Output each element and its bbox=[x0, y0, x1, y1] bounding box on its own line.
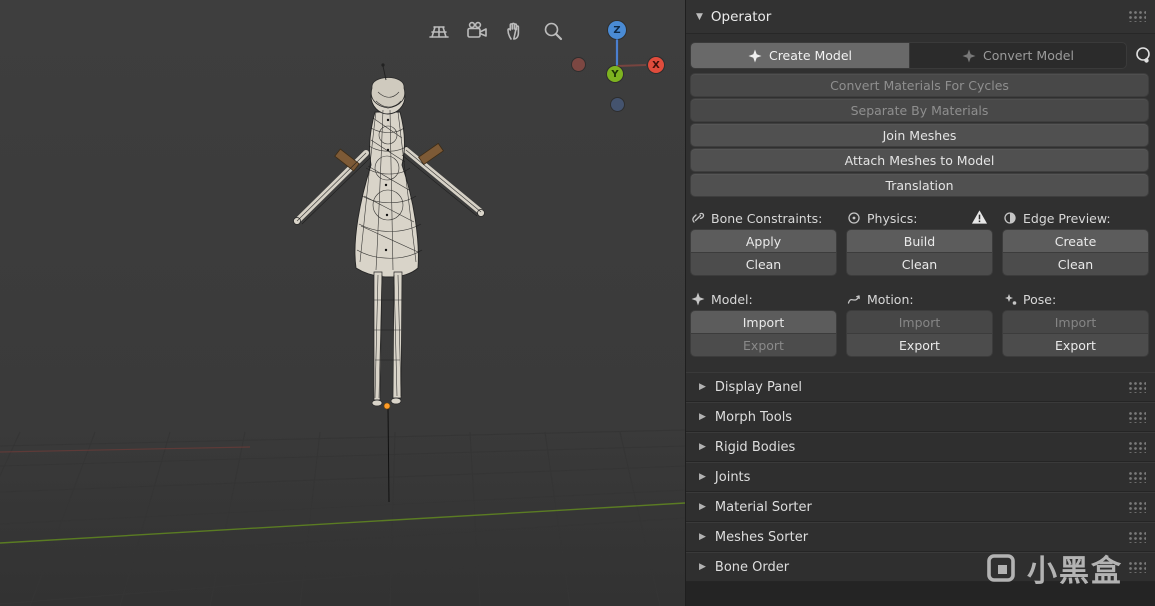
panel-rigid-bodies[interactable]: ▶ Rigid Bodies bbox=[686, 432, 1155, 462]
operator-panel: ▼ Operator Create Model Convert Model Co… bbox=[685, 0, 1155, 606]
translation-button[interactable]: Translation bbox=[691, 174, 1148, 196]
panel-empty-area bbox=[686, 582, 1155, 606]
model-mode-tabs: Create Model Convert Model bbox=[691, 43, 1150, 68]
attach-meshes-to-model-button[interactable]: Attach Meshes to Model bbox=[691, 149, 1148, 171]
clean-edge-preview-button[interactable]: Clean bbox=[1003, 253, 1148, 275]
join-meshes-button[interactable]: Join Meshes bbox=[691, 124, 1148, 146]
operator-panel-header[interactable]: ▼ Operator bbox=[686, 0, 1155, 34]
panel-morph-tools[interactable]: ▶ Morph Tools bbox=[686, 402, 1155, 432]
tab-label: Create Model bbox=[768, 48, 853, 63]
physics-icon bbox=[847, 211, 861, 225]
panel-label: Rigid Bodies bbox=[714, 439, 796, 455]
navigation-gizmo[interactable]: Z X Y bbox=[568, 12, 672, 116]
gizmo-x-label: X bbox=[652, 59, 660, 71]
warning-icon bbox=[971, 209, 988, 225]
expand-arrow-icon: ▶ bbox=[699, 412, 706, 422]
pan-hand-icon[interactable] bbox=[503, 19, 527, 43]
export-pose-button[interactable]: Export bbox=[1003, 334, 1148, 356]
gizmo-negative-x-axis[interactable] bbox=[572, 58, 585, 71]
group-label: Motion: bbox=[867, 291, 914, 307]
panel-bone-order[interactable]: ▶ Bone Order bbox=[686, 552, 1155, 582]
export-motion-button[interactable]: Export bbox=[847, 334, 992, 356]
convert-materials-for-cycles-button[interactable]: Convert Materials For Cycles bbox=[691, 74, 1148, 96]
panel-grip-handle[interactable] bbox=[1129, 11, 1146, 22]
expand-arrow-icon: ▶ bbox=[699, 532, 706, 542]
zoom-icon[interactable] bbox=[541, 19, 565, 43]
group-label: Edge Preview: bbox=[1023, 210, 1111, 226]
clean-physics-button[interactable]: Clean bbox=[847, 253, 992, 275]
group-label: Bone Constraints: bbox=[711, 210, 823, 226]
bone-constraints-group: Bone Constraints: Apply Clean bbox=[691, 206, 836, 276]
import-pose-button[interactable]: Import bbox=[1003, 311, 1148, 333]
panel-label: Bone Order bbox=[714, 559, 790, 575]
clean-bone-constraints-button[interactable]: Clean bbox=[691, 253, 836, 275]
export-model-button[interactable]: Export bbox=[691, 334, 836, 356]
pose-icon bbox=[1003, 292, 1017, 306]
panel-title: Operator bbox=[710, 8, 772, 25]
panel-label: Morph Tools bbox=[714, 409, 793, 425]
panel-grip-handle[interactable] bbox=[1129, 472, 1146, 483]
model-io-group: Model: Import Export bbox=[691, 287, 836, 357]
viewport-toolbar bbox=[427, 19, 565, 43]
panel-joints[interactable]: ▶ Joints bbox=[686, 462, 1155, 492]
panel-label: Joints bbox=[714, 469, 751, 485]
3d-viewport[interactable]: Z X Y bbox=[0, 0, 685, 606]
panel-label: Material Sorter bbox=[714, 499, 812, 515]
separate-by-materials-button[interactable]: Separate By Materials bbox=[691, 99, 1148, 121]
tab-convert-model[interactable]: Convert Model bbox=[910, 43, 1126, 68]
build-physics-button[interactable]: Build bbox=[847, 230, 992, 252]
expand-arrow-icon: ▶ bbox=[699, 502, 706, 512]
bone-constraints-icon bbox=[691, 211, 705, 225]
panel-label: Meshes Sorter bbox=[714, 529, 809, 545]
panel-material-sorter[interactable]: ▶ Material Sorter bbox=[686, 492, 1155, 522]
gizmo-y-axis[interactable]: Y bbox=[607, 66, 623, 82]
mmd-model-icon bbox=[962, 49, 976, 63]
camera-icon[interactable] bbox=[465, 19, 489, 43]
edge-preview-group: Edge Preview: Create Clean bbox=[1003, 206, 1148, 276]
pose-io-group: Pose: Import Export bbox=[1003, 287, 1148, 357]
motion-icon bbox=[847, 292, 861, 306]
import-motion-button[interactable]: Import bbox=[847, 311, 992, 333]
apply-bone-constraints-button[interactable]: Apply bbox=[691, 230, 836, 252]
panel-display-panel[interactable]: ▶ Display Panel bbox=[686, 372, 1155, 402]
expand-arrow-icon: ▶ bbox=[699, 442, 706, 452]
physics-group: Physics: Build Clean bbox=[847, 206, 992, 276]
gizmo-z-axis[interactable]: Z bbox=[608, 21, 626, 39]
blender-window: Z X Y ▼ Operator Create Model Convert Mo… bbox=[0, 0, 1155, 606]
group-label: Pose: bbox=[1023, 291, 1057, 307]
panel-meshes-sorter[interactable]: ▶ Meshes Sorter bbox=[686, 522, 1155, 552]
collapsed-panels-list: ▶ Display Panel ▶ Morph Tools ▶ Rigid Bo… bbox=[686, 372, 1155, 582]
create-edge-preview-button[interactable]: Create bbox=[1003, 230, 1148, 252]
model-icon bbox=[691, 292, 705, 306]
group-label: Model: bbox=[711, 291, 753, 307]
panel-grip-handle[interactable] bbox=[1129, 532, 1146, 543]
mmd-model-icon bbox=[748, 49, 762, 63]
panel-grip-handle[interactable] bbox=[1129, 442, 1146, 453]
gizmo-z-label: Z bbox=[613, 24, 621, 36]
tab-label: Convert Model bbox=[983, 48, 1074, 63]
panel-grip-handle[interactable] bbox=[1129, 502, 1146, 513]
expand-arrow-icon: ▶ bbox=[699, 472, 706, 482]
grid-icon[interactable] bbox=[427, 19, 451, 43]
group-label: Physics: bbox=[867, 210, 918, 226]
panel-grip-handle[interactable] bbox=[1129, 562, 1146, 573]
expand-arrow-icon: ▶ bbox=[699, 562, 706, 572]
expand-arrow-icon: ▶ bbox=[699, 382, 706, 392]
presets-icon[interactable] bbox=[1132, 44, 1154, 66]
import-model-button[interactable]: Import bbox=[691, 311, 836, 333]
motion-io-group: Motion: Import Export bbox=[847, 287, 992, 357]
gizmo-y-label: Y bbox=[611, 68, 619, 80]
panel-grip-handle[interactable] bbox=[1129, 412, 1146, 423]
tab-create-model[interactable]: Create Model bbox=[691, 43, 909, 68]
gizmo-x-axis[interactable]: X bbox=[648, 57, 664, 73]
collapse-arrow-icon: ▼ bbox=[696, 11, 703, 22]
panel-grip-handle[interactable] bbox=[1129, 382, 1146, 393]
edge-preview-icon bbox=[1003, 211, 1017, 225]
gizmo-negative-z-axis[interactable] bbox=[611, 98, 624, 111]
panel-label: Display Panel bbox=[714, 379, 803, 395]
